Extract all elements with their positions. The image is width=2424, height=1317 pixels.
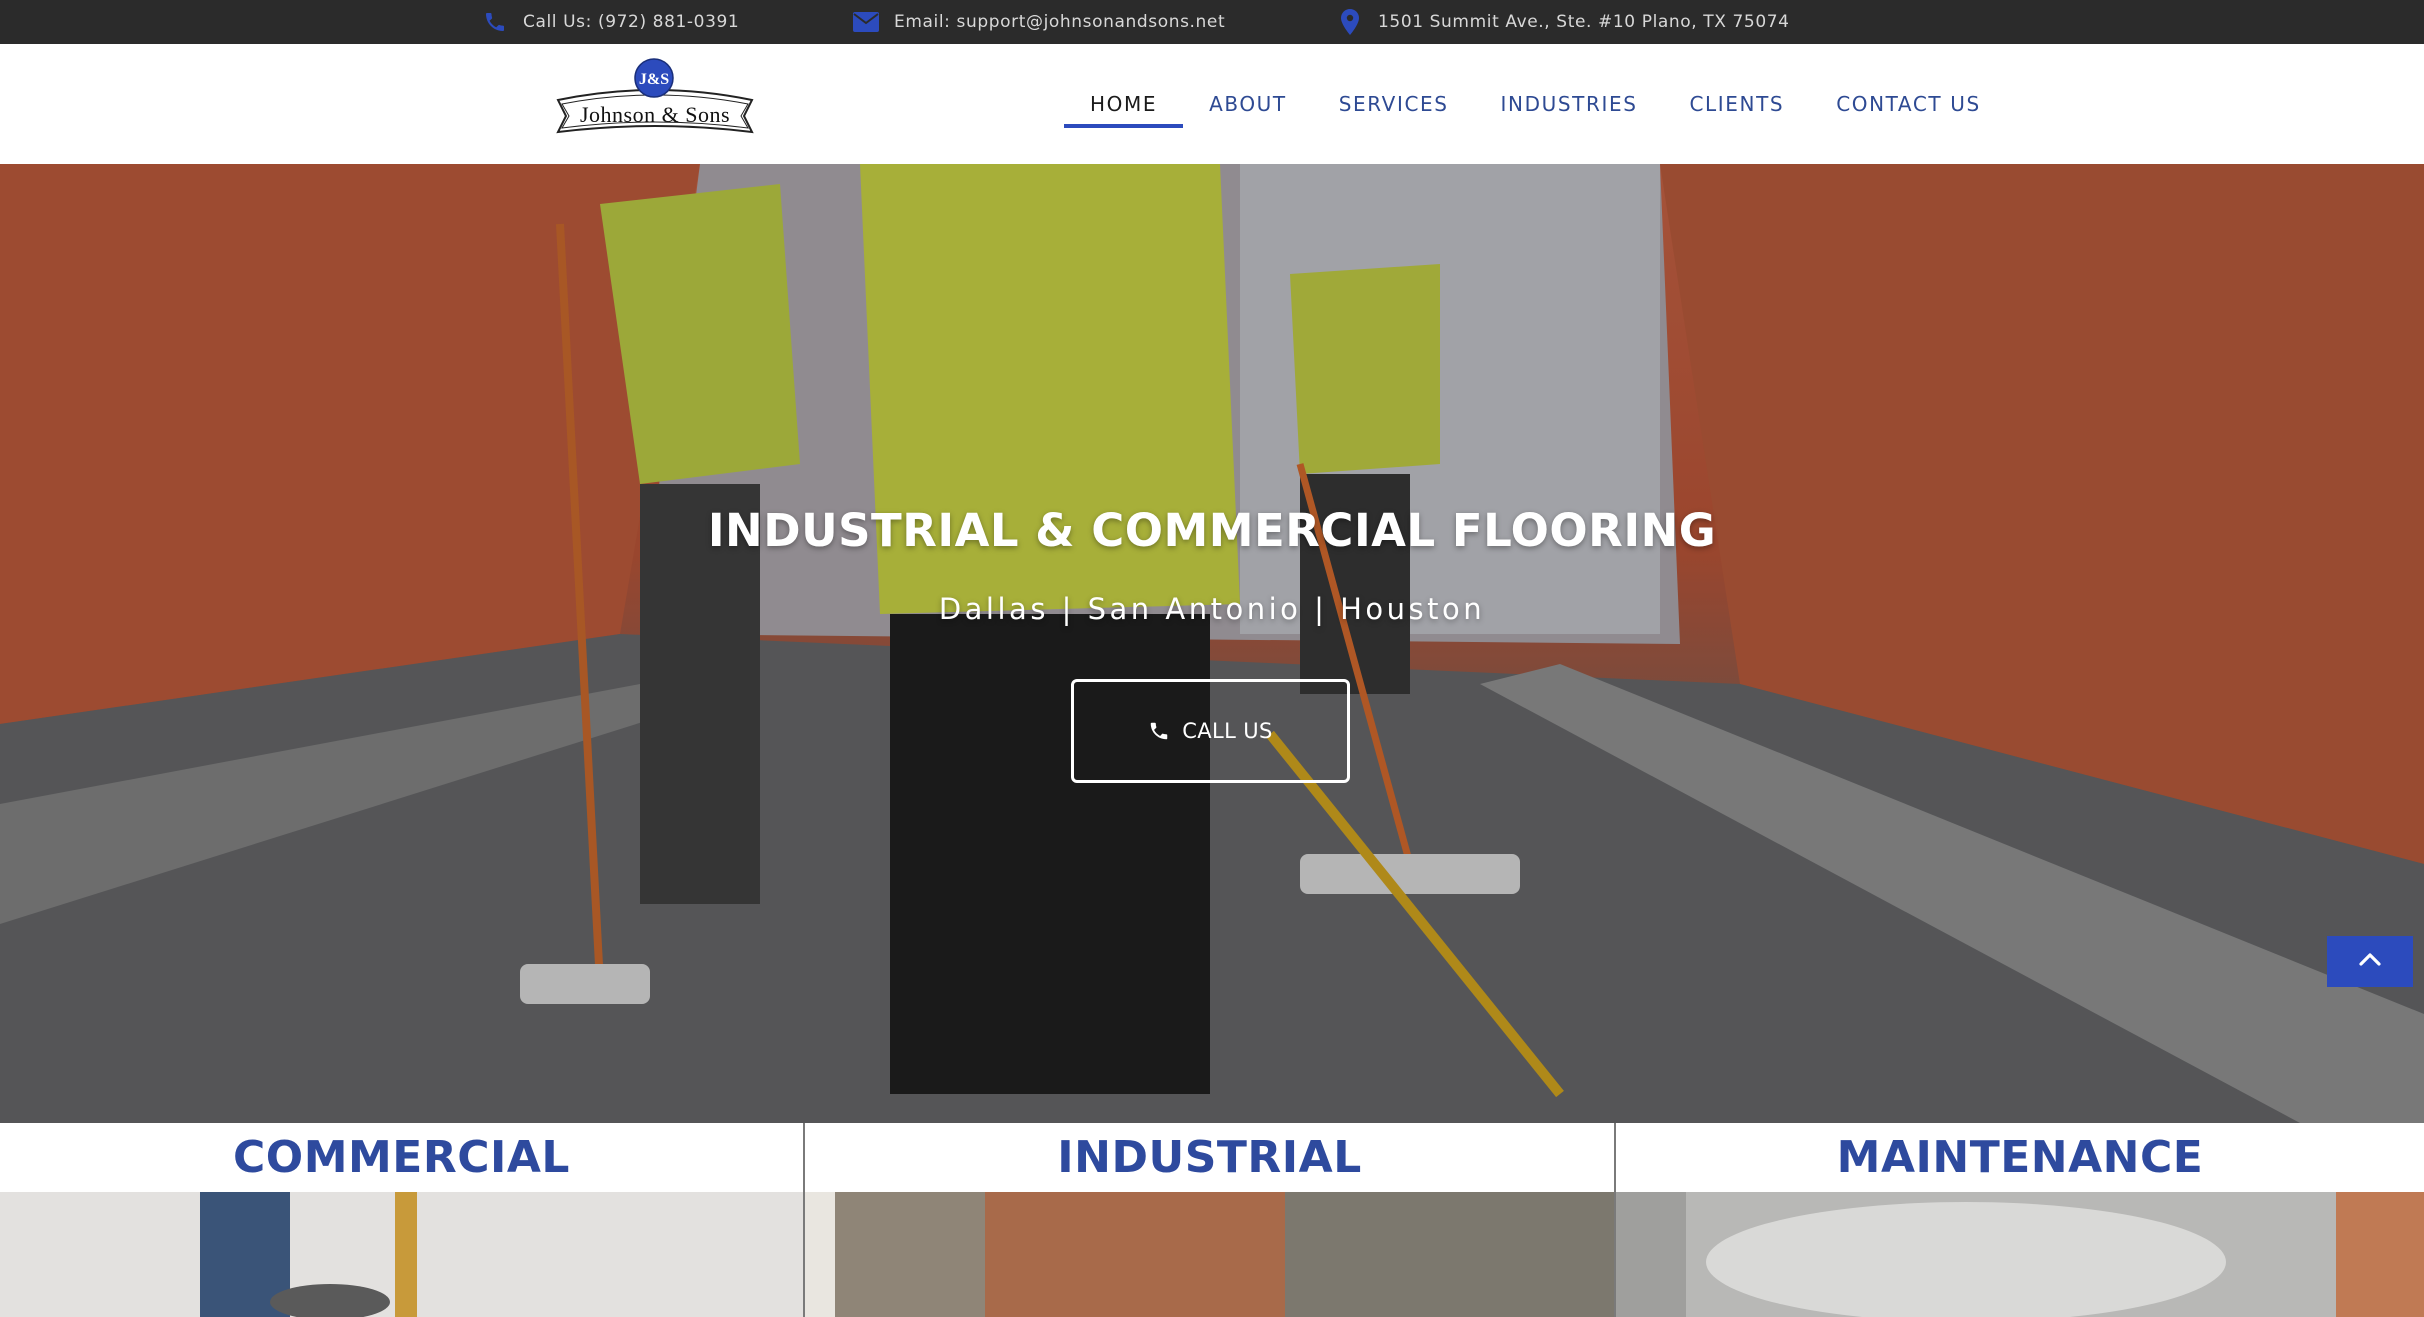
hero-subtitle: Dallas | San Antonio | Houston	[938, 592, 1486, 626]
nav-industries[interactable]: INDUSTRIES	[1475, 44, 1664, 164]
hero-title: INDUSTRIAL & COMMERCIAL FLOORING	[707, 504, 1717, 557]
svg-text:Johnson & Sons: Johnson & Sons	[580, 102, 730, 127]
nav-about[interactable]: ABOUT	[1183, 44, 1313, 164]
nav-home[interactable]: HOME	[1064, 44, 1184, 164]
map-pin-icon	[1336, 8, 1364, 36]
category-cards: COMMERCIAL INDUSTRIAL MAINTENANCE	[0, 1123, 2424, 1317]
phone-icon	[481, 8, 509, 36]
hero-banner: INDUSTRIAL & COMMERCIAL FLOORING Dallas …	[0, 164, 2424, 1123]
card-image	[1616, 1192, 2424, 1317]
site-header: J&S Johnson & Sons HOME ABOUT SERVICES I…	[0, 44, 2424, 164]
topbar-phone-text: Call Us: (972) 881-0391	[523, 12, 740, 32]
call-us-button[interactable]: CALL US	[1071, 679, 1350, 783]
card-title: COMMERCIAL	[0, 1123, 803, 1192]
chevron-up-icon	[2359, 952, 2381, 971]
card-commercial[interactable]: COMMERCIAL	[0, 1123, 805, 1317]
topbar-email[interactable]: Email: support@johnsonandsons.net	[852, 0, 1225, 44]
topbar-address[interactable]: 1501 Summit Ave., Ste. #10 Plano, TX 750…	[1336, 0, 1790, 44]
card-maintenance[interactable]: MAINTENANCE	[1616, 1123, 2424, 1317]
phone-icon	[1148, 720, 1170, 742]
svg-text:J&S: J&S	[639, 71, 669, 88]
main-nav: HOME ABOUT SERVICES INDUSTRIES CLIENTS C…	[1064, 44, 2007, 164]
top-info-bar: Call Us: (972) 881-0391 Email: support@j…	[0, 0, 2424, 44]
nav-contact-us[interactable]: CONTACT US	[1810, 44, 2007, 164]
site-logo[interactable]: J&S Johnson & Sons	[552, 58, 758, 140]
nav-services[interactable]: SERVICES	[1313, 44, 1475, 164]
scroll-to-top-button[interactable]	[2327, 936, 2413, 987]
call-us-label: CALL US	[1182, 719, 1273, 743]
card-title: MAINTENANCE	[1616, 1123, 2424, 1192]
envelope-icon	[852, 8, 880, 36]
topbar-address-text: 1501 Summit Ave., Ste. #10 Plano, TX 750…	[1378, 12, 1790, 32]
topbar-phone[interactable]: Call Us: (972) 881-0391	[481, 0, 739, 44]
nav-clients[interactable]: CLIENTS	[1663, 44, 1810, 164]
card-image	[0, 1192, 803, 1317]
hero-overlay	[0, 164, 2424, 1123]
card-title: INDUSTRIAL	[805, 1123, 1614, 1192]
topbar-email-text: Email: support@johnsonandsons.net	[894, 12, 1226, 32]
card-image	[805, 1192, 1614, 1317]
card-industrial[interactable]: INDUSTRIAL	[805, 1123, 1616, 1317]
